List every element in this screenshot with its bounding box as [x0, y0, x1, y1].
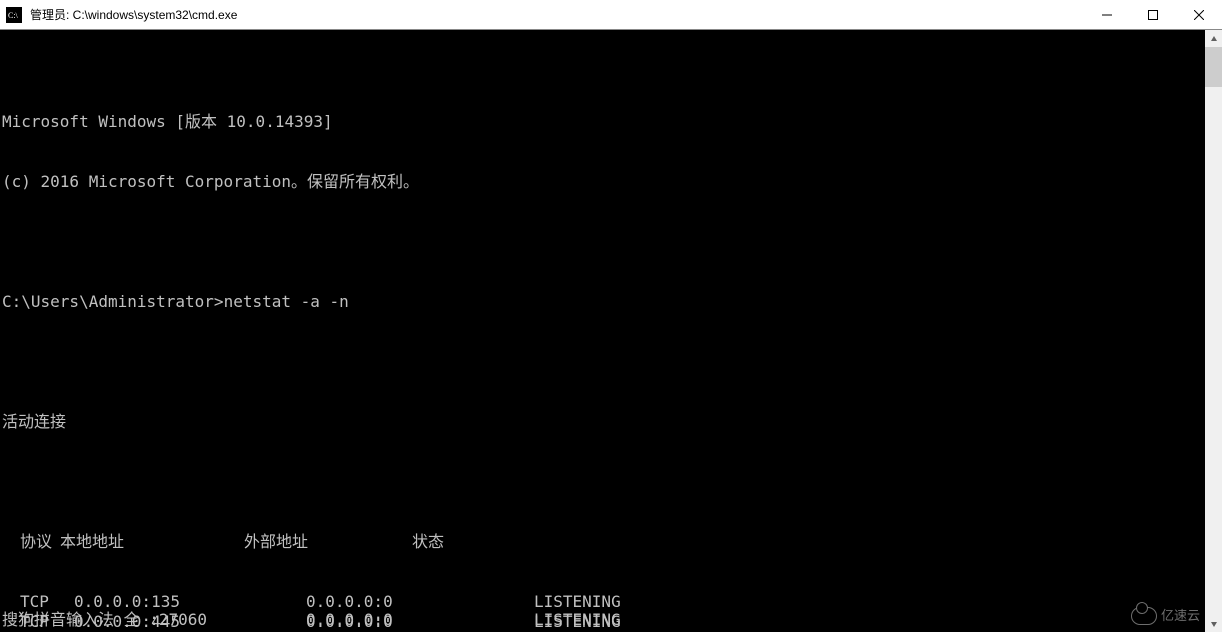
cell-state: LISTENING	[534, 610, 621, 630]
watermark: 亿速云	[1131, 606, 1200, 626]
cell-local: 0.0.0.0:135	[74, 592, 306, 612]
header-proto: 协议	[2, 532, 60, 552]
banner-line: Microsoft Windows [版本 10.0.14393]	[2, 112, 1220, 132]
scrollbar-thumb[interactable]	[1205, 47, 1222, 87]
window-title: 管理员: C:\windows\system32\cmd.exe	[28, 6, 1084, 23]
svg-text:C:\: C:\	[8, 11, 19, 20]
close-button[interactable]	[1176, 0, 1222, 29]
scrollbar-track[interactable]	[1205, 47, 1222, 615]
header-state: 状态	[412, 532, 444, 552]
prompt-line: C:\Users\Administrator>netstat -a -n	[2, 292, 1220, 312]
scroll-up-button[interactable]	[1205, 30, 1222, 47]
cmd-icon: C:\	[6, 7, 22, 23]
ime-status-line: 搜狗拼音输入法 全 :270600.0.0.0:0LISTENING	[2, 610, 621, 630]
window-titlebar: C:\ 管理员: C:\windows\system32\cmd.exe	[0, 0, 1222, 30]
ime-text: 搜狗拼音输入法 全 :27060	[2, 610, 306, 630]
minimize-button[interactable]	[1084, 0, 1130, 29]
vertical-scrollbar[interactable]	[1205, 30, 1222, 632]
section-title: 活动连接	[2, 412, 1220, 432]
cell-foreign: 0.0.0.0:0	[306, 610, 534, 630]
blank-line	[2, 472, 1220, 492]
banner-line: (c) 2016 Microsoft Corporation。保留所有权利。	[2, 172, 1220, 192]
blank-line	[2, 232, 1220, 252]
blank-line	[2, 352, 1220, 372]
header-local: 本地地址	[60, 532, 244, 552]
watermark-text: 亿速云	[1161, 606, 1200, 626]
console-area[interactable]: Microsoft Windows [版本 10.0.14393] (c) 20…	[0, 30, 1222, 632]
netstat-row: TCP0.0.0.0:1350.0.0.0:0LISTENING	[2, 592, 1220, 612]
prompt: C:\Users\Administrator>	[2, 292, 224, 312]
cell-state: LISTENING	[534, 592, 621, 612]
cell-foreign: 0.0.0.0:0	[306, 592, 534, 612]
cell-proto: TCP	[2, 592, 74, 612]
maximize-button[interactable]	[1130, 0, 1176, 29]
netstat-header: 协议本地地址外部地址状态	[2, 532, 1220, 552]
command-text: netstat -a -n	[224, 292, 349, 312]
header-foreign: 外部地址	[244, 532, 412, 552]
cloud-icon	[1131, 607, 1157, 625]
scroll-down-button[interactable]	[1205, 615, 1222, 632]
